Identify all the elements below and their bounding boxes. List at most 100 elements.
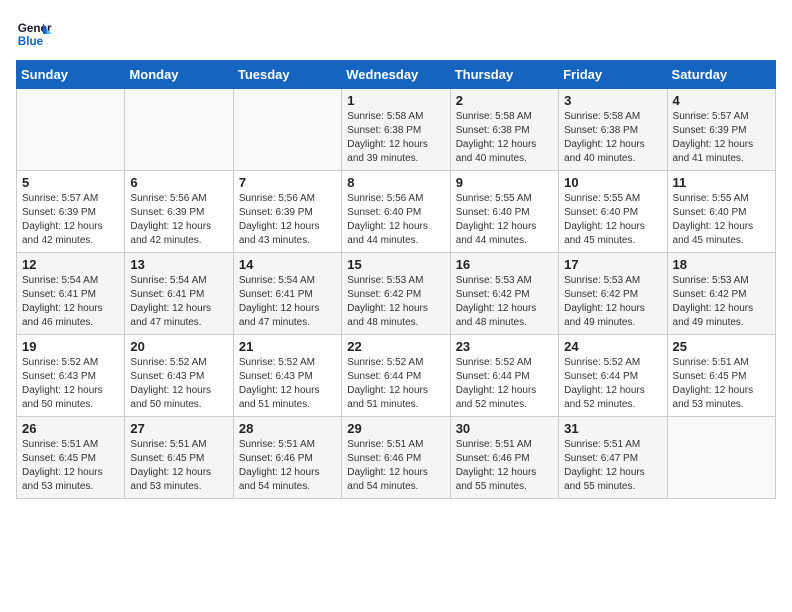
calendar-week-row: 12 Sunrise: 5:54 AM Sunset: 6:41 PM Dayli… bbox=[17, 253, 776, 335]
calendar-day-cell: 25 Sunrise: 5:51 AM Sunset: 6:45 PM Dayli… bbox=[667, 335, 775, 417]
calendar-day-cell bbox=[17, 89, 125, 171]
svg-text:Blue: Blue bbox=[18, 35, 44, 48]
calendar-day-cell: 13 Sunrise: 5:54 AM Sunset: 6:41 PM Dayli… bbox=[125, 253, 233, 335]
day-of-week-header: Monday bbox=[125, 61, 233, 89]
day-of-week-header: Sunday bbox=[17, 61, 125, 89]
day-number: 17 bbox=[564, 257, 661, 272]
day-number: 24 bbox=[564, 339, 661, 354]
day-of-week-header: Saturday bbox=[667, 61, 775, 89]
day-number: 25 bbox=[673, 339, 770, 354]
day-info: Sunrise: 5:51 AM Sunset: 6:47 PM Dayligh… bbox=[564, 438, 661, 494]
day-of-week-header: Thursday bbox=[450, 61, 558, 89]
day-info: Sunrise: 5:55 AM Sunset: 6:40 PM Dayligh… bbox=[673, 192, 770, 248]
day-number: 11 bbox=[673, 175, 770, 190]
day-info: Sunrise: 5:52 AM Sunset: 6:44 PM Dayligh… bbox=[564, 356, 661, 412]
calendar-table: SundayMondayTuesdayWednesdayThursdayFrid… bbox=[16, 60, 776, 499]
day-number: 19 bbox=[22, 339, 119, 354]
calendar-day-cell: 10Sunrise: 5:55 AM Sunset: 6:40 PM Dayli… bbox=[559, 171, 667, 253]
calendar-day-cell: 28 Sunrise: 5:51 AM Sunset: 6:46 PM Dayli… bbox=[233, 417, 341, 499]
calendar-day-cell: 16 Sunrise: 5:53 AM Sunset: 6:42 PM Dayli… bbox=[450, 253, 558, 335]
day-of-week-header: Wednesday bbox=[342, 61, 450, 89]
day-number: 30 bbox=[456, 421, 553, 436]
calendar-day-cell: 3 Sunrise: 5:58 AM Sunset: 6:38 PM Daylig… bbox=[559, 89, 667, 171]
calendar-day-cell: 5Sunrise: 5:57 AM Sunset: 6:39 PM Daylig… bbox=[17, 171, 125, 253]
day-info: Sunrise: 5:51 AM Sunset: 6:45 PM Dayligh… bbox=[673, 356, 770, 412]
calendar-day-cell: 24 Sunrise: 5:52 AM Sunset: 6:44 PM Dayli… bbox=[559, 335, 667, 417]
day-number: 3 bbox=[564, 93, 661, 108]
day-number: 6 bbox=[130, 175, 227, 190]
calendar-week-row: 26 Sunrise: 5:51 AM Sunset: 6:45 PM Dayli… bbox=[17, 417, 776, 499]
day-number: 22 bbox=[347, 339, 444, 354]
day-number: 18 bbox=[673, 257, 770, 272]
calendar-day-cell: 14Sunrise: 5:54 AM Sunset: 6:41 PM Dayli… bbox=[233, 253, 341, 335]
day-number: 7 bbox=[239, 175, 336, 190]
day-info: Sunrise: 5:57 AM Sunset: 6:39 PM Dayligh… bbox=[22, 192, 119, 248]
calendar-day-cell: 17 Sunrise: 5:53 AM Sunset: 6:42 PM Dayli… bbox=[559, 253, 667, 335]
day-number: 27 bbox=[130, 421, 227, 436]
day-info: Sunrise: 5:53 AM Sunset: 6:42 PM Dayligh… bbox=[456, 274, 553, 330]
calendar-day-cell: 23Sunrise: 5:52 AM Sunset: 6:44 PM Dayli… bbox=[450, 335, 558, 417]
calendar-header-row: SundayMondayTuesdayWednesdayThursdayFrid… bbox=[17, 61, 776, 89]
day-number: 29 bbox=[347, 421, 444, 436]
calendar-day-cell: 26 Sunrise: 5:51 AM Sunset: 6:45 PM Dayli… bbox=[17, 417, 125, 499]
day-info: Sunrise: 5:55 AM Sunset: 6:40 PM Dayligh… bbox=[456, 192, 553, 248]
calendar-day-cell: 21 Sunrise: 5:52 AM Sunset: 6:43 PM Dayli… bbox=[233, 335, 341, 417]
day-info: Sunrise: 5:54 AM Sunset: 6:41 PM Dayligh… bbox=[130, 274, 227, 330]
day-number: 20 bbox=[130, 339, 227, 354]
day-info: Sunrise: 5:53 AM Sunset: 6:42 PM Dayligh… bbox=[673, 274, 770, 330]
day-info: Sunrise: 5:53 AM Sunset: 6:42 PM Dayligh… bbox=[564, 274, 661, 330]
day-number: 28 bbox=[239, 421, 336, 436]
day-info: Sunrise: 5:56 AM Sunset: 6:39 PM Dayligh… bbox=[130, 192, 227, 248]
day-number: 23 bbox=[456, 339, 553, 354]
calendar-day-cell: 15 Sunrise: 5:53 AM Sunset: 6:42 PM Dayli… bbox=[342, 253, 450, 335]
calendar-day-cell: 11 Sunrise: 5:55 AM Sunset: 6:40 PM Dayli… bbox=[667, 171, 775, 253]
day-number: 26 bbox=[22, 421, 119, 436]
day-info: Sunrise: 5:57 AM Sunset: 6:39 PM Dayligh… bbox=[673, 110, 770, 166]
calendar-day-cell bbox=[667, 417, 775, 499]
day-number: 9 bbox=[456, 175, 553, 190]
day-number: 12 bbox=[22, 257, 119, 272]
day-info: Sunrise: 5:53 AM Sunset: 6:42 PM Dayligh… bbox=[347, 274, 444, 330]
day-info: Sunrise: 5:54 AM Sunset: 6:41 PM Dayligh… bbox=[239, 274, 336, 330]
calendar-day-cell: 2Sunrise: 5:58 AM Sunset: 6:38 PM Daylig… bbox=[450, 89, 558, 171]
calendar-week-row: 5Sunrise: 5:57 AM Sunset: 6:39 PM Daylig… bbox=[17, 171, 776, 253]
day-info: Sunrise: 5:51 AM Sunset: 6:46 PM Dayligh… bbox=[239, 438, 336, 494]
day-number: 4 bbox=[673, 93, 770, 108]
day-number: 10 bbox=[564, 175, 661, 190]
day-info: Sunrise: 5:52 AM Sunset: 6:43 PM Dayligh… bbox=[22, 356, 119, 412]
calendar-day-cell: 30 Sunrise: 5:51 AM Sunset: 6:46 PM Dayli… bbox=[450, 417, 558, 499]
calendar-day-cell bbox=[125, 89, 233, 171]
day-number: 1 bbox=[347, 93, 444, 108]
calendar-day-cell: 7 Sunrise: 5:56 AM Sunset: 6:39 PM Daylig… bbox=[233, 171, 341, 253]
calendar-week-row: 19 Sunrise: 5:52 AM Sunset: 6:43 PM Dayli… bbox=[17, 335, 776, 417]
day-number: 15 bbox=[347, 257, 444, 272]
calendar-day-cell: 27 Sunrise: 5:51 AM Sunset: 6:45 PM Dayli… bbox=[125, 417, 233, 499]
day-info: Sunrise: 5:58 AM Sunset: 6:38 PM Dayligh… bbox=[564, 110, 661, 166]
logo-icon: General Blue bbox=[16, 16, 52, 52]
day-info: Sunrise: 5:56 AM Sunset: 6:40 PM Dayligh… bbox=[347, 192, 444, 248]
day-number: 13 bbox=[130, 257, 227, 272]
calendar-day-cell: 8 Sunrise: 5:56 AM Sunset: 6:40 PM Daylig… bbox=[342, 171, 450, 253]
day-number: 16 bbox=[456, 257, 553, 272]
calendar-week-row: 1 Sunrise: 5:58 AM Sunset: 6:38 PM Daylig… bbox=[17, 89, 776, 171]
day-info: Sunrise: 5:52 AM Sunset: 6:44 PM Dayligh… bbox=[347, 356, 444, 412]
day-info: Sunrise: 5:51 AM Sunset: 6:46 PM Dayligh… bbox=[456, 438, 553, 494]
calendar-day-cell: 9 Sunrise: 5:55 AM Sunset: 6:40 PM Daylig… bbox=[450, 171, 558, 253]
day-info: Sunrise: 5:51 AM Sunset: 6:45 PM Dayligh… bbox=[130, 438, 227, 494]
day-info: Sunrise: 5:56 AM Sunset: 6:39 PM Dayligh… bbox=[239, 192, 336, 248]
day-number: 21 bbox=[239, 339, 336, 354]
day-number: 8 bbox=[347, 175, 444, 190]
day-info: Sunrise: 5:52 AM Sunset: 6:43 PM Dayligh… bbox=[130, 356, 227, 412]
day-of-week-header: Friday bbox=[559, 61, 667, 89]
calendar-day-cell: 29 Sunrise: 5:51 AM Sunset: 6:46 PM Dayli… bbox=[342, 417, 450, 499]
logo: General Blue bbox=[16, 16, 52, 52]
day-info: Sunrise: 5:51 AM Sunset: 6:45 PM Dayligh… bbox=[22, 438, 119, 494]
day-info: Sunrise: 5:52 AM Sunset: 6:43 PM Dayligh… bbox=[239, 356, 336, 412]
day-info: Sunrise: 5:51 AM Sunset: 6:46 PM Dayligh… bbox=[347, 438, 444, 494]
calendar-day-cell: 31 Sunrise: 5:51 AM Sunset: 6:47 PM Dayli… bbox=[559, 417, 667, 499]
day-info: Sunrise: 5:58 AM Sunset: 6:38 PM Dayligh… bbox=[347, 110, 444, 166]
calendar-day-cell: 1 Sunrise: 5:58 AM Sunset: 6:38 PM Daylig… bbox=[342, 89, 450, 171]
day-number: 31 bbox=[564, 421, 661, 436]
day-info: Sunrise: 5:54 AM Sunset: 6:41 PM Dayligh… bbox=[22, 274, 119, 330]
day-number: 2 bbox=[456, 93, 553, 108]
